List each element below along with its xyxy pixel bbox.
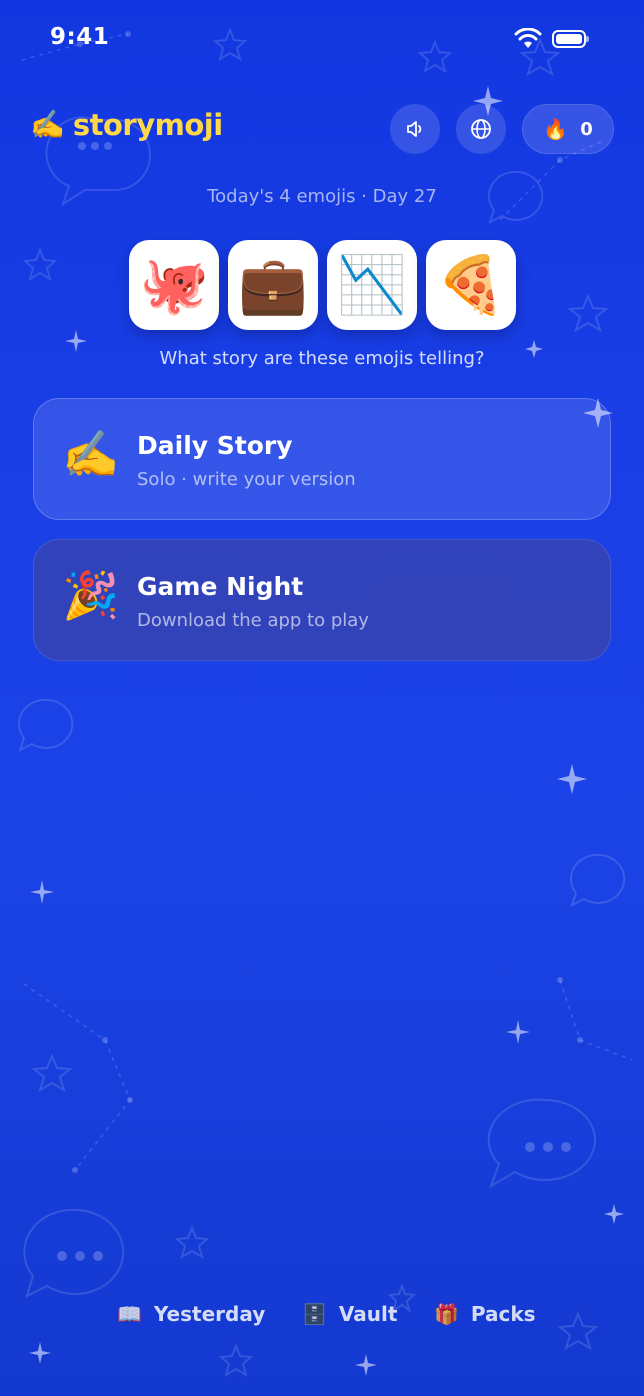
fire-icon: 🔥: [543, 117, 569, 141]
day-label: Today's 4 emojis · Day 27: [207, 186, 437, 207]
briefcase-icon: 💼: [228, 240, 318, 330]
gift-icon: 🎁: [434, 1302, 459, 1326]
card-title: Game Night: [137, 572, 304, 601]
speaker-icon: [407, 121, 422, 137]
nav-label: Yesterday: [153, 1302, 266, 1326]
nav-label: Vault: [338, 1302, 398, 1326]
nav-packs[interactable]: 🎁 Packs: [434, 1302, 536, 1326]
background-decoration: [17, 27, 633, 1378]
party-popper-icon: 🎉: [62, 568, 120, 622]
prompt-text: What story are these emojis telling?: [159, 348, 485, 369]
file-cabinet-icon: 🗄️: [302, 1302, 327, 1326]
daily-story-card[interactable]: ✍️ Daily Story Solo · write your version: [33, 398, 611, 520]
sound-button[interactable]: [390, 104, 440, 154]
streak-button[interactable]: 🔥 0: [522, 104, 614, 154]
status-time: 9:41: [50, 24, 110, 50]
app-logo: ✍️ storymoji: [30, 108, 223, 142]
nav-yesterday[interactable]: 📖 Yesterday: [117, 1302, 265, 1326]
nav-vault[interactable]: 🗄️ Vault: [302, 1302, 397, 1326]
wifi-icon: [514, 28, 542, 48]
card-subtitle: Solo · write your version: [137, 469, 356, 490]
octopus-icon: 🐙: [129, 240, 219, 330]
battery-icon: [552, 30, 589, 48]
writing-hand-icon: ✍️: [62, 427, 120, 481]
chart-decreasing-icon: 📉: [327, 240, 417, 330]
globe-icon: [471, 119, 491, 139]
streak-count: 0: [580, 118, 593, 140]
game-night-card[interactable]: 🎉 Game Night Download the app to play: [33, 539, 611, 661]
status-bar: 9:41: [0, 0, 644, 80]
bottom-nav: 📖 Yesterday 🗄️ Vault 🎁 Packs: [0, 1302, 644, 1342]
app-name: storymoji: [72, 108, 223, 142]
pizza-icon: 🍕: [426, 240, 516, 330]
nav-label: Packs: [470, 1302, 536, 1326]
language-button[interactable]: [456, 104, 506, 154]
writing-hand-icon: ✍️: [30, 108, 65, 141]
emoji-row: 🐙 💼 📉 🍕: [129, 240, 516, 330]
card-subtitle: Download the app to play: [137, 610, 369, 631]
book-icon: 📖: [117, 1302, 142, 1326]
card-title: Daily Story: [137, 431, 293, 460]
